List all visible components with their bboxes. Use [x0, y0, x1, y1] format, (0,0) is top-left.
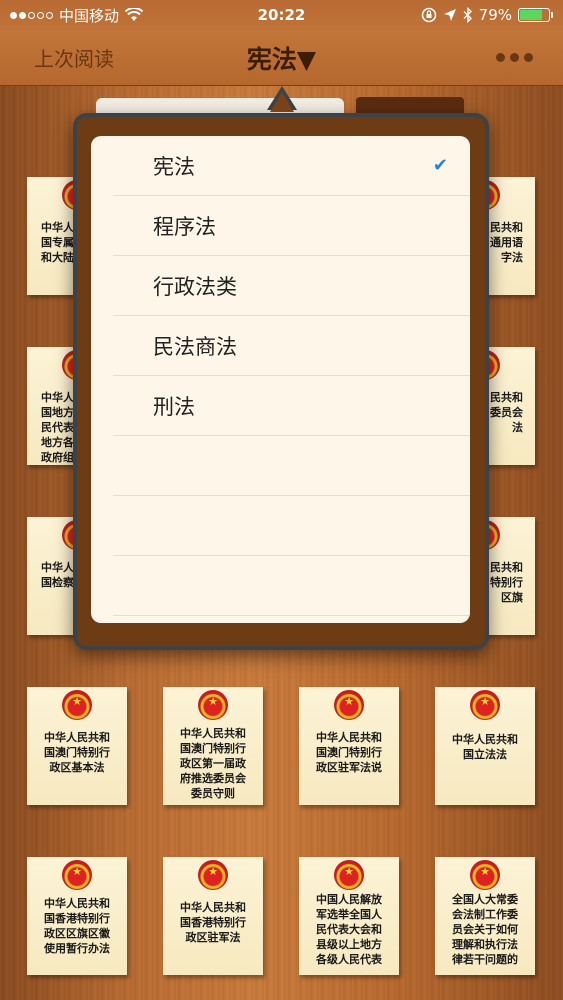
popover-arrow-inner: [270, 92, 294, 112]
category-list: 宪法 ✔ 程序法 行政法类 民法商法 刑法: [91, 136, 470, 623]
law-title: 中华人民共和 国香港特别行 政区区旗区徽 使用暂行办法: [44, 897, 110, 955]
category-label: 宪法: [153, 154, 195, 179]
category-item: [113, 496, 470, 556]
law-title: 中华人民共和 国澳门特别行 政区第一届政 府推选委员会 委员守则: [180, 727, 246, 800]
signal-icon: [10, 11, 53, 19]
national-emblem-icon: [62, 860, 92, 890]
national-emblem-icon: [470, 860, 500, 890]
law-card[interactable]: 中华人民共和 国澳门特别行 政区驻军法说: [299, 687, 399, 805]
law-card[interactable]: 中华人民共和 国澳门特别行 政区基本法: [27, 687, 127, 805]
law-title: 中华人民共和 国澳门特别行 政区驻军法说: [316, 731, 382, 774]
national-emblem-icon: [198, 860, 228, 890]
category-label: 刑法: [153, 394, 195, 419]
category-item: [113, 556, 470, 616]
national-emblem-icon: [198, 690, 228, 720]
national-emblem-icon: [470, 690, 500, 720]
more-icon[interactable]: [496, 53, 533, 62]
law-title: 中国人民解放 军选举全国人 民代表大会和 县级以上地方 各级人民代表: [316, 893, 382, 966]
law-card[interactable]: 中华人民共和 国香港特别行 政区区旗区徽 使用暂行办法: [27, 857, 127, 975]
carrier-label: 中国移动: [59, 6, 120, 25]
battery-icon: [518, 8, 553, 22]
national-emblem-icon: [62, 690, 92, 720]
law-card[interactable]: 中华人民共和 国澳门特别行 政区第一届政 府推选委员会 委员守则: [163, 687, 263, 805]
category-item[interactable]: 行政法类: [113, 256, 470, 316]
status-bar: 中国移动 20:22 79%: [0, 0, 563, 30]
battery-percent: 79%: [478, 6, 512, 24]
category-dropdown-button[interactable]: 宪法▼: [247, 45, 316, 74]
law-card[interactable]: 中华人民共和 国立法法: [435, 687, 535, 805]
battery-fill: [520, 10, 543, 20]
category-label: 行政法类: [153, 274, 237, 299]
national-emblem-icon: [334, 690, 364, 720]
category-label: 民法商法: [153, 334, 237, 359]
category-item: [113, 436, 470, 496]
category-item[interactable]: 民法商法: [113, 316, 470, 376]
law-title: 中华人民共和 国澳门特别行 政区基本法: [44, 731, 110, 774]
nav-bar: 上次阅读 宪法▼: [0, 30, 563, 86]
rotation-lock-icon: [421, 7, 436, 23]
category-item[interactable]: 宪法 ✔: [113, 136, 470, 196]
law-card[interactable]: 全国人大常委 会法制工作委 员会关于如何 理解和执行法 律若干问题的: [435, 857, 535, 975]
law-card[interactable]: 中国人民解放 军选举全国人 民代表大会和 县级以上地方 各级人民代表: [299, 857, 399, 975]
law-title: 全国人大常委 会法制工作委 员会关于如何 理解和执行法 律若干问题的: [452, 893, 518, 966]
last-read-button[interactable]: 上次阅读: [34, 43, 114, 72]
law-title: 中华人民共和 国香港特别行 政区驻军法: [180, 901, 246, 944]
category-label: 程序法: [153, 214, 216, 239]
bluetooth-icon: [463, 7, 472, 23]
location-icon: [443, 9, 456, 21]
checkmark-icon: ✔: [432, 155, 448, 176]
national-emblem-icon: [334, 860, 364, 890]
law-title: 中华人民共和 国立法法: [452, 733, 518, 761]
category-item[interactable]: 刑法: [113, 376, 470, 436]
wifi-icon: [125, 8, 144, 21]
law-card[interactable]: 中华人民共和 国香港特别行 政区驻军法: [163, 857, 263, 975]
category-item[interactable]: 程序法: [113, 196, 470, 256]
